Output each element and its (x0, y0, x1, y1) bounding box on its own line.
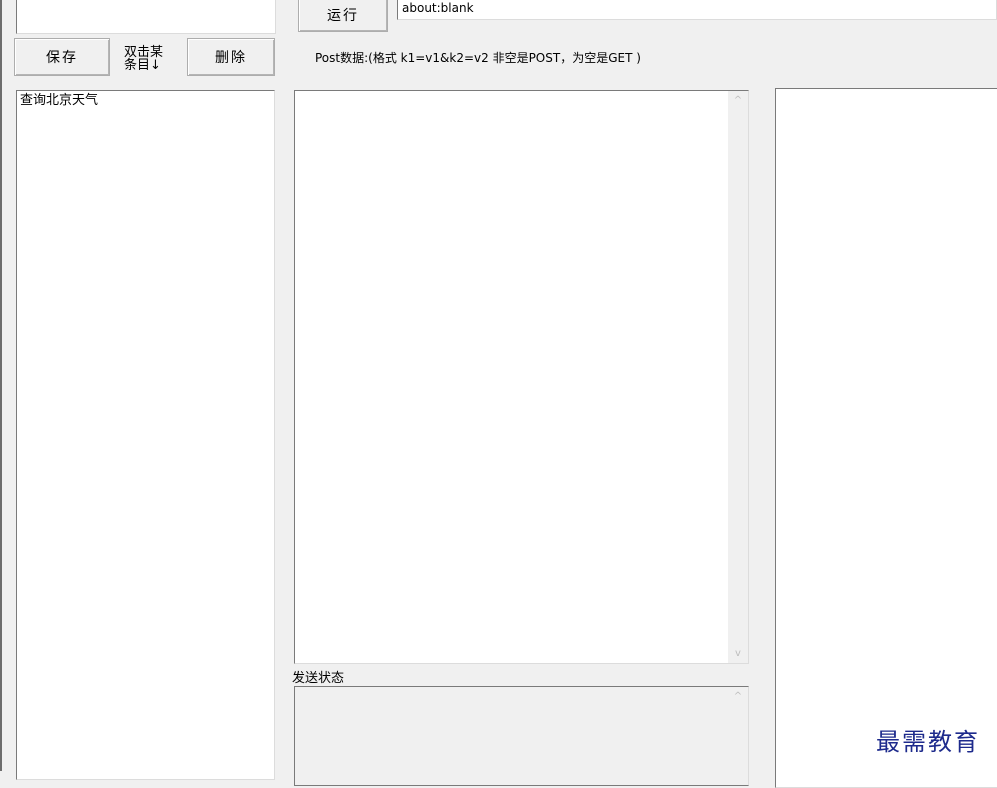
window-left-border (0, 0, 2, 771)
list-item[interactable]: 查询北京天气 (20, 93, 271, 109)
scroll-down-icon[interactable]: v (728, 648, 748, 659)
run-button[interactable]: 运行 (298, 0, 388, 32)
post-data-label: Post数据:(格式 k1=v1&k2=v2 非空是POST，为空是GET ) (315, 51, 641, 65)
scroll-up-icon[interactable]: ^ (728, 691, 748, 702)
save-button[interactable]: 保存 (14, 38, 110, 76)
saved-request-list[interactable]: 查询北京天气 (16, 90, 275, 780)
url-value: about:blank (402, 1, 474, 15)
send-status-box: ^ (294, 686, 749, 786)
delete-button[interactable]: 删除 (187, 38, 275, 76)
saved-items-container: 查询北京天气 (20, 93, 271, 109)
scroll-up-icon[interactable]: ^ (728, 95, 748, 106)
response-panel[interactable] (775, 88, 997, 788)
send-status-label: 发送状态 (292, 671, 345, 686)
hint-line-2: 条目↓ (124, 58, 161, 73)
post-data-textarea[interactable]: ^ v (294, 90, 749, 664)
url-input[interactable]: about:blank (397, 0, 997, 20)
save-button-label: 保存 (46, 50, 78, 66)
watermark-text: 最需教育 (876, 728, 980, 756)
double-click-hint: 双击某 条目↓ (124, 46, 184, 72)
status-scrollbar[interactable]: ^ (728, 687, 748, 785)
run-button-label: 运行 (327, 8, 359, 24)
delete-button-label: 删除 (215, 50, 247, 66)
request-name-input[interactable] (16, 0, 276, 34)
post-data-scrollbar[interactable]: ^ v (728, 91, 748, 663)
